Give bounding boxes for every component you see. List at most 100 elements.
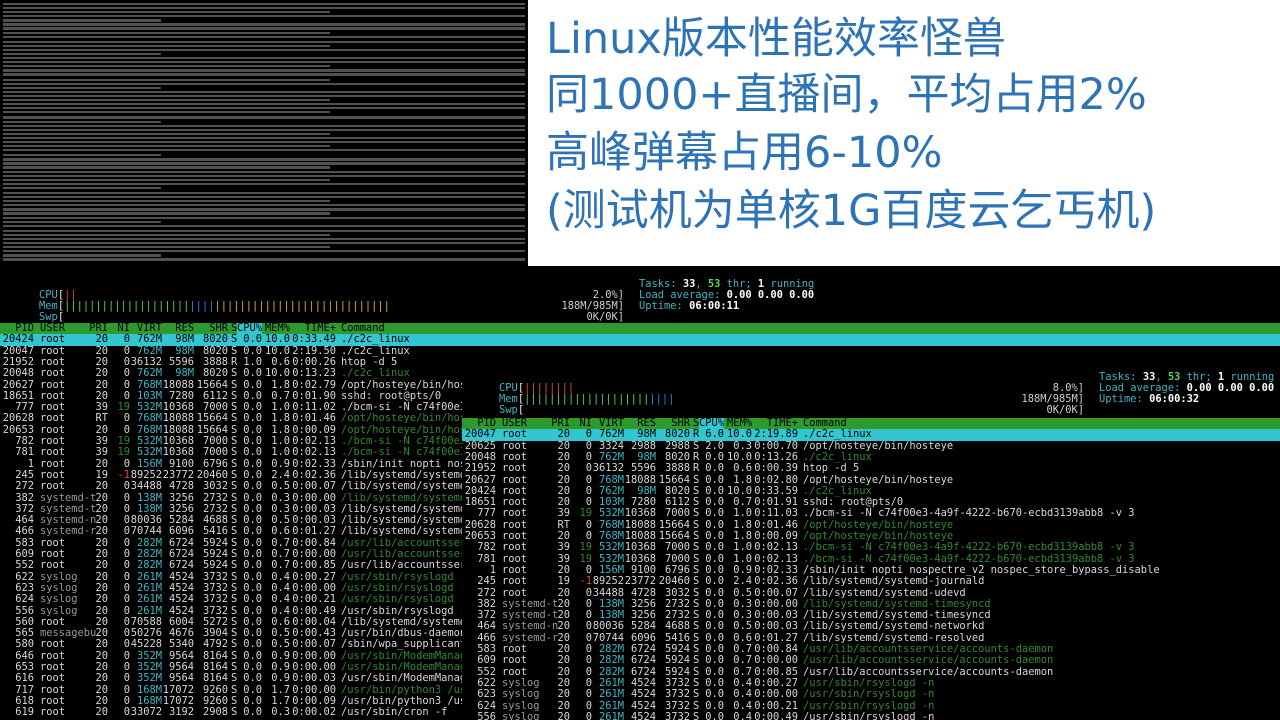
cell-cpu: 0.0	[243, 412, 262, 425]
cell-pri: 20	[95, 480, 108, 493]
process-row[interactable]: 21952 root 20 0 36132 5596 3888 R 0.0 0.6 0:00.39 h…	[462, 462, 1280, 475]
cell-res: 4728	[168, 480, 194, 493]
cell-virt: 532M	[136, 446, 162, 459]
uptime-info: Uptime: 06:00:11	[639, 300, 739, 312]
log-line	[3, 128, 525, 131]
cell-pid: 20048	[2, 367, 34, 380]
cell-virt: 532M	[598, 541, 624, 554]
cell-user: root	[502, 507, 528, 520]
cell-user: root	[502, 428, 528, 441]
cell-pri: 20	[95, 706, 108, 719]
cell-cmd: ./bcm-si -N c74f00e3-4a9f-4222-b670-ecbd…	[803, 541, 1135, 554]
cell-pri: 20	[557, 620, 570, 633]
cell-user: root	[40, 672, 66, 685]
cell-shr: 15664	[196, 412, 228, 425]
cell-pid: 466	[15, 525, 34, 538]
cell-s: S	[693, 654, 700, 667]
cell-virt: 532M	[598, 507, 624, 520]
cell-mem: 10.0	[726, 428, 752, 441]
cell-pri: 20	[95, 593, 108, 606]
cell-cpu: 0.0	[243, 333, 262, 346]
cell-res: 18088	[162, 412, 194, 425]
cell-s: S	[231, 593, 238, 606]
cell-ni: 19	[579, 541, 592, 554]
log-line	[3, 204, 525, 207]
log-line	[3, 182, 525, 185]
log-line	[3, 40, 525, 43]
cell-shr: 20460	[658, 575, 690, 588]
cell-pri: 19	[557, 575, 570, 588]
cell-res: 4524	[630, 710, 656, 720]
log-line	[3, 200, 331, 203]
log-line	[3, 258, 525, 261]
cell-s: S	[231, 333, 238, 346]
cell-cmd: /usr/sbin/ModemManager	[341, 672, 479, 685]
cell-shr: 8020	[202, 333, 228, 346]
log-line	[3, 78, 331, 81]
process-row[interactable]: 464 systemd-n 20 0 80036 5284 4688 S 0.0 0.5 0:00.…	[462, 620, 1280, 633]
process-row[interactable]: 20047 root 20 0 762M 98M 8020 R 6.0 10.0 2:19.89 ./…	[462, 428, 1280, 441]
cell-pri: 20	[95, 559, 108, 572]
cell-pri: 39	[557, 541, 570, 554]
cell-user: root	[502, 541, 528, 554]
process-row[interactable]: 609 root 20 0 282M 6724 5924S 0.0 0.70:00.00/usr…	[462, 654, 1280, 667]
cell-user: root	[502, 575, 528, 588]
process-row[interactable]: 782 root 39 19 532M 10368 7000 S 0.0 1.0 0:02.13 ./…	[462, 541, 1280, 554]
cell-cmd: ./c2c_linux	[803, 428, 872, 441]
log-line	[3, 178, 331, 181]
cell-s: S	[231, 706, 238, 719]
cell-virt: 33072	[130, 706, 162, 719]
cell-res: 5340	[168, 638, 194, 651]
cell-shr: 3732	[664, 688, 690, 701]
cell-mem: 0.5	[733, 620, 752, 633]
cell-pid: 20424	[2, 333, 34, 346]
title-line-3: 高峰弹幕占用6-10%	[546, 128, 943, 178]
cell-res: 6724	[630, 654, 656, 667]
cell-s: S	[693, 620, 700, 633]
cell-pid: 623	[477, 688, 496, 701]
process-row[interactable]: 623 syslog 20 0 261M 4524 3732 S 0.0 0.4 0:00.00/u…	[462, 688, 1280, 701]
cell-user: systemd-r	[40, 525, 97, 538]
log-line	[3, 82, 525, 85]
cell-user: syslog	[502, 688, 540, 701]
cell-pid: 245	[477, 575, 496, 588]
process-row[interactable]: 245 root 19 -1 89252 23772 20460 S 0.0 2.4 0:02.36…	[462, 575, 1280, 588]
cell-pri: 20	[557, 710, 570, 720]
cell-shr: 3032	[202, 480, 228, 493]
cell-shr: 7000	[664, 507, 690, 520]
cell-ni: 0	[585, 428, 592, 441]
cell-pid: 20047	[464, 428, 496, 441]
log-line	[3, 99, 331, 102]
cell-ni: 0	[585, 654, 592, 667]
log-line	[3, 3, 525, 6]
cell-ni: 0	[123, 412, 130, 425]
cell-shr: 4688	[664, 620, 690, 633]
cell-time: 0:00.39	[754, 462, 798, 475]
cell-res: 4524	[630, 688, 656, 701]
process-row[interactable]: 20424 root 20 0 762M 98M 8020 S 0.0 10.0 0:33.49 ./…	[0, 333, 1280, 346]
uptime-label: Uptime:	[639, 300, 683, 312]
cell-shr: 2908	[202, 706, 228, 719]
terminal-log-panel	[0, 0, 528, 266]
process-row[interactable]: 20048 root 20 0 762M 98M 8020 R 0.0 10.0 0:13.26 ./…	[462, 451, 1280, 463]
cell-cmd: ./c2c_linux	[341, 333, 410, 346]
cell-pid: 580	[15, 638, 34, 651]
cell-virt: 80036	[592, 620, 624, 633]
process-row[interactable]: 556 syslog 20 0 261M 4524 3732 S 0.0 0.4 0:00.49/u…	[462, 710, 1280, 720]
cell-time: 0:01.46	[292, 412, 336, 425]
log-line	[3, 86, 162, 89]
process-row[interactable]: 777 root 39 19 532M 10368 7000 S 0.0 1.0 0:11.03 ./…	[462, 507, 1280, 520]
cell-s: S	[231, 638, 238, 651]
cell-res: 4524	[168, 593, 194, 606]
cell-s: S	[231, 559, 238, 572]
log-line	[3, 120, 162, 123]
cell-virt: 261M	[598, 710, 624, 720]
cell-virt: 352M	[136, 672, 162, 685]
cell-time: 0:00.00	[754, 654, 798, 667]
title-line-2: 同1000+直播间，平均占用2%	[546, 70, 1147, 120]
cell-ni: 19	[579, 507, 592, 520]
log-line	[3, 61, 525, 64]
cell-pri: 20	[95, 525, 108, 538]
cell-cpu: 0.0	[705, 575, 724, 588]
cell-pri: 20	[557, 462, 570, 475]
